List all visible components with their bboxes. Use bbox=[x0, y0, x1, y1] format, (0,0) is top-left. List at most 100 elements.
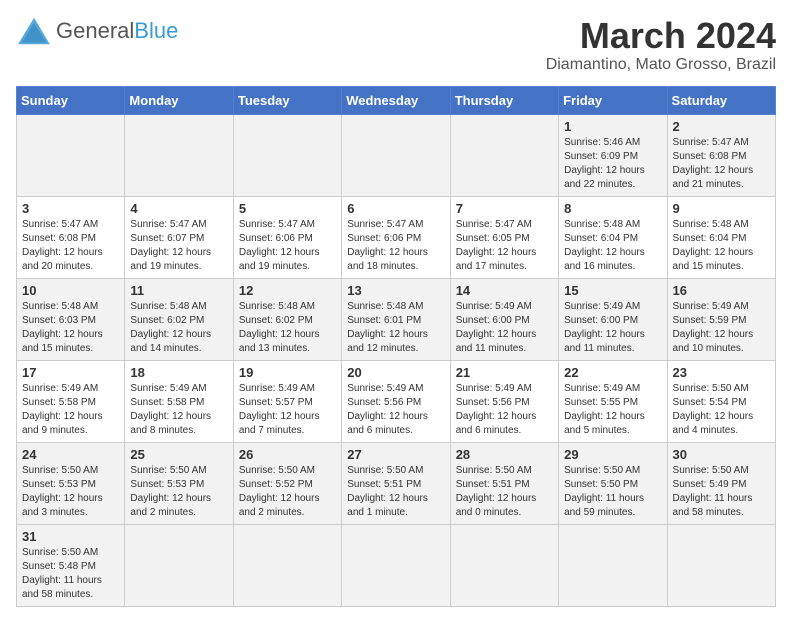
day-info: Sunrise: 5:47 AM Sunset: 6:08 PM Dayligh… bbox=[22, 218, 119, 274]
day-number: 1 bbox=[564, 119, 661, 134]
day-number: 21 bbox=[456, 365, 553, 380]
day-number: 8 bbox=[564, 201, 661, 216]
day-info: Sunrise: 5:50 AM Sunset: 5:49 PM Dayligh… bbox=[673, 464, 770, 520]
weekday-header-saturday: Saturday bbox=[667, 86, 775, 114]
day-info: Sunrise: 5:50 AM Sunset: 5:53 PM Dayligh… bbox=[22, 464, 119, 520]
location-title: Diamantino, Mato Grosso, Brazil bbox=[546, 56, 776, 74]
month-title: March 2024 bbox=[546, 16, 776, 56]
calendar-cell: 20Sunrise: 5:49 AM Sunset: 5:56 PM Dayli… bbox=[342, 360, 450, 442]
day-info: Sunrise: 5:50 AM Sunset: 5:50 PM Dayligh… bbox=[564, 464, 661, 520]
logo-icon bbox=[16, 16, 52, 46]
calendar-cell: 12Sunrise: 5:48 AM Sunset: 6:02 PM Dayli… bbox=[233, 278, 341, 360]
calendar-cell: 17Sunrise: 5:49 AM Sunset: 5:58 PM Dayli… bbox=[17, 360, 125, 442]
calendar-cell bbox=[667, 524, 775, 606]
day-info: Sunrise: 5:50 AM Sunset: 5:52 PM Dayligh… bbox=[239, 464, 336, 520]
day-number: 28 bbox=[456, 447, 553, 462]
calendar-week-row: 10 Sunrise: 5:48 AM Sunset: 6:03 PM Dayli… bbox=[17, 278, 776, 360]
calendar-week-row: 1 Sunrise: 5:46 AM Sunset: 6:09 PM Daylig… bbox=[17, 114, 776, 196]
day-number: 18 bbox=[130, 365, 227, 380]
day-info: Sunrise: 5:49 AM Sunset: 5:58 PM Dayligh… bbox=[22, 382, 119, 438]
calendar-cell: 4 Sunrise: 5:47 AM Sunset: 6:07 PM Daylig… bbox=[125, 196, 233, 278]
day-info: Sunrise: 5:49 AM Sunset: 5:58 PM Dayligh… bbox=[130, 382, 227, 438]
day-info: Sunrise: 5:49 AM Sunset: 6:00 PM Dayligh… bbox=[456, 300, 553, 356]
calendar-cell: 2Sunrise: 5:47 AM Sunset: 6:08 PM Daylig… bbox=[667, 114, 775, 196]
calendar-cell: 9 Sunrise: 5:48 AM Sunset: 6:04 PM Daylig… bbox=[667, 196, 775, 278]
day-number: 23 bbox=[673, 365, 770, 380]
day-number: 24 bbox=[22, 447, 119, 462]
calendar-cell: 28 Sunrise: 5:50 AM Sunset: 5:51 PM Dayli… bbox=[450, 442, 558, 524]
weekday-header-wednesday: Wednesday bbox=[342, 86, 450, 114]
day-info: Sunrise: 5:48 AM Sunset: 6:04 PM Dayligh… bbox=[673, 218, 770, 274]
calendar-cell: 11Sunrise: 5:48 AM Sunset: 6:02 PM Dayli… bbox=[125, 278, 233, 360]
day-number: 10 bbox=[22, 283, 119, 298]
day-info: Sunrise: 5:49 AM Sunset: 6:00 PM Dayligh… bbox=[564, 300, 661, 356]
day-number: 16 bbox=[673, 283, 770, 298]
calendar-table: SundayMondayTuesdayWednesdayThursdayFrid… bbox=[16, 86, 776, 607]
calendar-cell bbox=[342, 114, 450, 196]
logo: GeneralBlue bbox=[16, 16, 178, 46]
calendar-cell: 22Sunrise: 5:49 AM Sunset: 5:55 PM Dayli… bbox=[559, 360, 667, 442]
calendar-cell: 5Sunrise: 5:47 AM Sunset: 6:06 PM Daylig… bbox=[233, 196, 341, 278]
calendar-cell: 25Sunrise: 5:50 AM Sunset: 5:53 PM Dayli… bbox=[125, 442, 233, 524]
day-number: 4 bbox=[130, 201, 227, 216]
weekday-header-tuesday: Tuesday bbox=[233, 86, 341, 114]
day-number: 13 bbox=[347, 283, 444, 298]
weekday-header-friday: Friday bbox=[559, 86, 667, 114]
day-number: 22 bbox=[564, 365, 661, 380]
calendar-week-row: 17Sunrise: 5:49 AM Sunset: 5:58 PM Dayli… bbox=[17, 360, 776, 442]
calendar-cell: 15 Sunrise: 5:49 AM Sunset: 6:00 PM Dayli… bbox=[559, 278, 667, 360]
day-info: Sunrise: 5:50 AM Sunset: 5:51 PM Dayligh… bbox=[456, 464, 553, 520]
page-header: GeneralBlue March 2024 Diamantino, Mato … bbox=[16, 16, 776, 74]
calendar-week-row: 24 Sunrise: 5:50 AM Sunset: 5:53 PM Dayli… bbox=[17, 442, 776, 524]
calendar-cell: 14 Sunrise: 5:49 AM Sunset: 6:00 PM Dayli… bbox=[450, 278, 558, 360]
day-number: 19 bbox=[239, 365, 336, 380]
calendar-cell bbox=[125, 524, 233, 606]
calendar-cell bbox=[342, 524, 450, 606]
day-info: Sunrise: 5:48 AM Sunset: 6:03 PM Dayligh… bbox=[22, 300, 119, 356]
day-info: Sunrise: 5:47 AM Sunset: 6:07 PM Dayligh… bbox=[130, 218, 227, 274]
calendar-cell: 16Sunrise: 5:49 AM Sunset: 5:59 PM Dayli… bbox=[667, 278, 775, 360]
calendar-cell bbox=[17, 114, 125, 196]
calendar-cell: 18 Sunrise: 5:49 AM Sunset: 5:58 PM Dayli… bbox=[125, 360, 233, 442]
calendar-cell: 26 Sunrise: 5:50 AM Sunset: 5:52 PM Dayli… bbox=[233, 442, 341, 524]
title-area: March 2024 Diamantino, Mato Grosso, Braz… bbox=[546, 16, 776, 74]
day-number: 31 bbox=[22, 529, 119, 544]
day-number: 20 bbox=[347, 365, 444, 380]
day-number: 5 bbox=[239, 201, 336, 216]
day-number: 12 bbox=[239, 283, 336, 298]
logo-text: GeneralBlue bbox=[56, 20, 178, 43]
calendar-cell: 23Sunrise: 5:50 AM Sunset: 5:54 PM Dayli… bbox=[667, 360, 775, 442]
calendar-week-row: 31 Sunrise: 5:50 AM Sunset: 5:48 PM Dayli… bbox=[17, 524, 776, 606]
day-number: 26 bbox=[239, 447, 336, 462]
calendar-cell bbox=[125, 114, 233, 196]
calendar-cell: 24 Sunrise: 5:50 AM Sunset: 5:53 PM Dayli… bbox=[17, 442, 125, 524]
weekday-header-sunday: Sunday bbox=[17, 86, 125, 114]
weekday-header-monday: Monday bbox=[125, 86, 233, 114]
day-info: Sunrise: 5:47 AM Sunset: 6:06 PM Dayligh… bbox=[347, 218, 444, 274]
day-number: 7 bbox=[456, 201, 553, 216]
day-number: 9 bbox=[673, 201, 770, 216]
calendar-cell bbox=[233, 114, 341, 196]
day-number: 11 bbox=[130, 283, 227, 298]
calendar-cell: 6 Sunrise: 5:47 AM Sunset: 6:06 PM Daylig… bbox=[342, 196, 450, 278]
day-info: Sunrise: 5:46 AM Sunset: 6:09 PM Dayligh… bbox=[564, 136, 661, 192]
calendar-cell bbox=[450, 524, 558, 606]
day-info: Sunrise: 5:50 AM Sunset: 5:48 PM Dayligh… bbox=[22, 546, 119, 602]
calendar-cell: 19Sunrise: 5:49 AM Sunset: 5:57 PM Dayli… bbox=[233, 360, 341, 442]
day-info: Sunrise: 5:47 AM Sunset: 6:05 PM Dayligh… bbox=[456, 218, 553, 274]
calendar-cell: 30Sunrise: 5:50 AM Sunset: 5:49 PM Dayli… bbox=[667, 442, 775, 524]
day-number: 15 bbox=[564, 283, 661, 298]
calendar-cell bbox=[559, 524, 667, 606]
day-number: 6 bbox=[347, 201, 444, 216]
day-number: 25 bbox=[130, 447, 227, 462]
day-number: 3 bbox=[22, 201, 119, 216]
day-number: 29 bbox=[564, 447, 661, 462]
day-info: Sunrise: 5:47 AM Sunset: 6:08 PM Dayligh… bbox=[673, 136, 770, 192]
calendar-cell: 29 Sunrise: 5:50 AM Sunset: 5:50 PM Dayli… bbox=[559, 442, 667, 524]
calendar-cell: 13 Sunrise: 5:48 AM Sunset: 6:01 PM Dayli… bbox=[342, 278, 450, 360]
day-number: 27 bbox=[347, 447, 444, 462]
day-number: 14 bbox=[456, 283, 553, 298]
day-info: Sunrise: 5:48 AM Sunset: 6:01 PM Dayligh… bbox=[347, 300, 444, 356]
day-info: Sunrise: 5:49 AM Sunset: 5:56 PM Dayligh… bbox=[456, 382, 553, 438]
calendar-cell: 7 Sunrise: 5:47 AM Sunset: 6:05 PM Daylig… bbox=[450, 196, 558, 278]
